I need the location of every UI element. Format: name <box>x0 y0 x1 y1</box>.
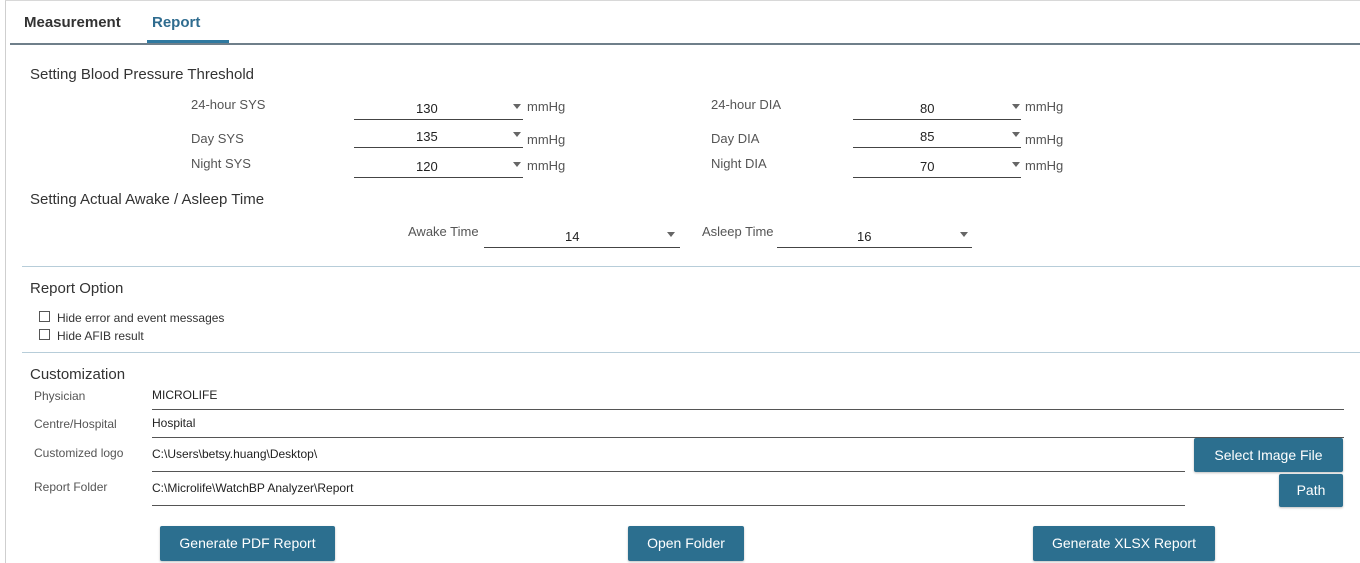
label-asleep-time: Asleep Time <box>702 224 774 239</box>
chevron-down-icon <box>513 104 521 109</box>
checkbox-hide-afib[interactable] <box>39 329 50 340</box>
dropdown-night-sys[interactable]: 120 <box>354 156 523 178</box>
unit-mmhg: mmHg <box>1025 132 1064 147</box>
unit-mmhg: mmHg <box>527 158 566 173</box>
dropdown-24h-sys[interactable]: 130 <box>354 98 523 120</box>
dropdown-awake-time[interactable]: 14 <box>484 226 680 248</box>
unit-mmhg: mmHg <box>527 132 566 147</box>
hospital-field[interactable]: Hospital <box>152 408 1344 438</box>
label-awake-time: Awake Time <box>408 224 479 239</box>
unit-mmhg: mmHg <box>1025 158 1064 173</box>
tab-measurement[interactable]: Measurement <box>24 14 121 31</box>
label-hospital: Centre/Hospital <box>34 417 117 431</box>
dropdown-day-dia[interactable]: 85 <box>853 126 1021 148</box>
unit-mmhg: mmHg <box>527 99 566 114</box>
dropdown-value: 130 <box>416 101 438 116</box>
awake-section-title: Setting Actual Awake / Asleep Time <box>30 191 265 208</box>
checkbox-label: Hide error and event messages <box>57 311 225 325</box>
dropdown-asleep-time[interactable]: 16 <box>777 226 972 248</box>
dropdown-night-dia[interactable]: 70 <box>853 156 1021 178</box>
divider <box>22 352 1360 353</box>
threshold-section-title: Setting Blood Pressure Threshold <box>30 66 255 83</box>
generate-xlsx-report-button[interactable]: Generate XLSX Report <box>1033 526 1215 561</box>
chevron-down-icon <box>1012 162 1020 167</box>
label-customized-logo: Customized logo <box>34 446 124 460</box>
chevron-down-icon <box>960 232 968 237</box>
chevron-down-icon <box>1012 104 1020 109</box>
chevron-down-icon <box>513 162 521 167</box>
tab-bar: Measurement Report <box>10 0 1360 45</box>
customization-title: Customization <box>30 366 126 383</box>
label-night-sys: Night SYS <box>191 156 251 171</box>
label-physician: Physician <box>34 389 86 403</box>
tab-report[interactable]: Report <box>152 14 200 31</box>
select-image-file-button[interactable]: Select Image File <box>1194 438 1343 472</box>
report-folder-field[interactable]: C:\Microlife\WatchBP Analyzer\Report <box>152 473 1185 506</box>
label-night-dia: Night DIA <box>711 156 767 171</box>
label-24h-sys: 24-hour SYS <box>191 97 266 112</box>
dropdown-value: 120 <box>416 159 438 174</box>
open-folder-button[interactable]: Open Folder <box>628 526 744 561</box>
label-day-sys: Day SYS <box>191 131 244 146</box>
dropdown-value: 16 <box>857 229 872 244</box>
dropdown-day-sys[interactable]: 135 <box>354 126 523 148</box>
generate-pdf-report-button[interactable]: Generate PDF Report <box>160 526 335 561</box>
label-24h-dia: 24-hour DIA <box>711 97 782 112</box>
path-button[interactable]: Path <box>1279 474 1343 507</box>
chevron-down-icon <box>667 232 675 237</box>
dropdown-value: 14 <box>565 229 580 244</box>
chevron-down-icon <box>1012 132 1020 137</box>
label-day-dia: Day DIA <box>711 131 760 146</box>
report-option-title: Report Option <box>30 280 124 297</box>
active-tab-indicator <box>147 40 229 43</box>
checkbox-label: Hide AFIB result <box>57 329 144 343</box>
unit-mmhg: mmHg <box>1025 99 1064 114</box>
label-report-folder: Report Folder <box>34 480 108 494</box>
checkbox-hide-errors[interactable] <box>39 311 50 322</box>
physician-field[interactable]: MICROLIFE <box>152 380 1344 410</box>
dropdown-24h-dia[interactable]: 80 <box>853 98 1021 120</box>
logo-path-field[interactable]: C:\Users\betsy.huang\Desktop\ <box>152 439 1185 472</box>
dropdown-value: 85 <box>920 129 935 144</box>
dropdown-value: 80 <box>920 101 935 116</box>
chevron-down-icon <box>513 132 521 137</box>
dropdown-value: 135 <box>416 129 438 144</box>
dropdown-value: 70 <box>920 159 935 174</box>
divider <box>22 266 1360 267</box>
